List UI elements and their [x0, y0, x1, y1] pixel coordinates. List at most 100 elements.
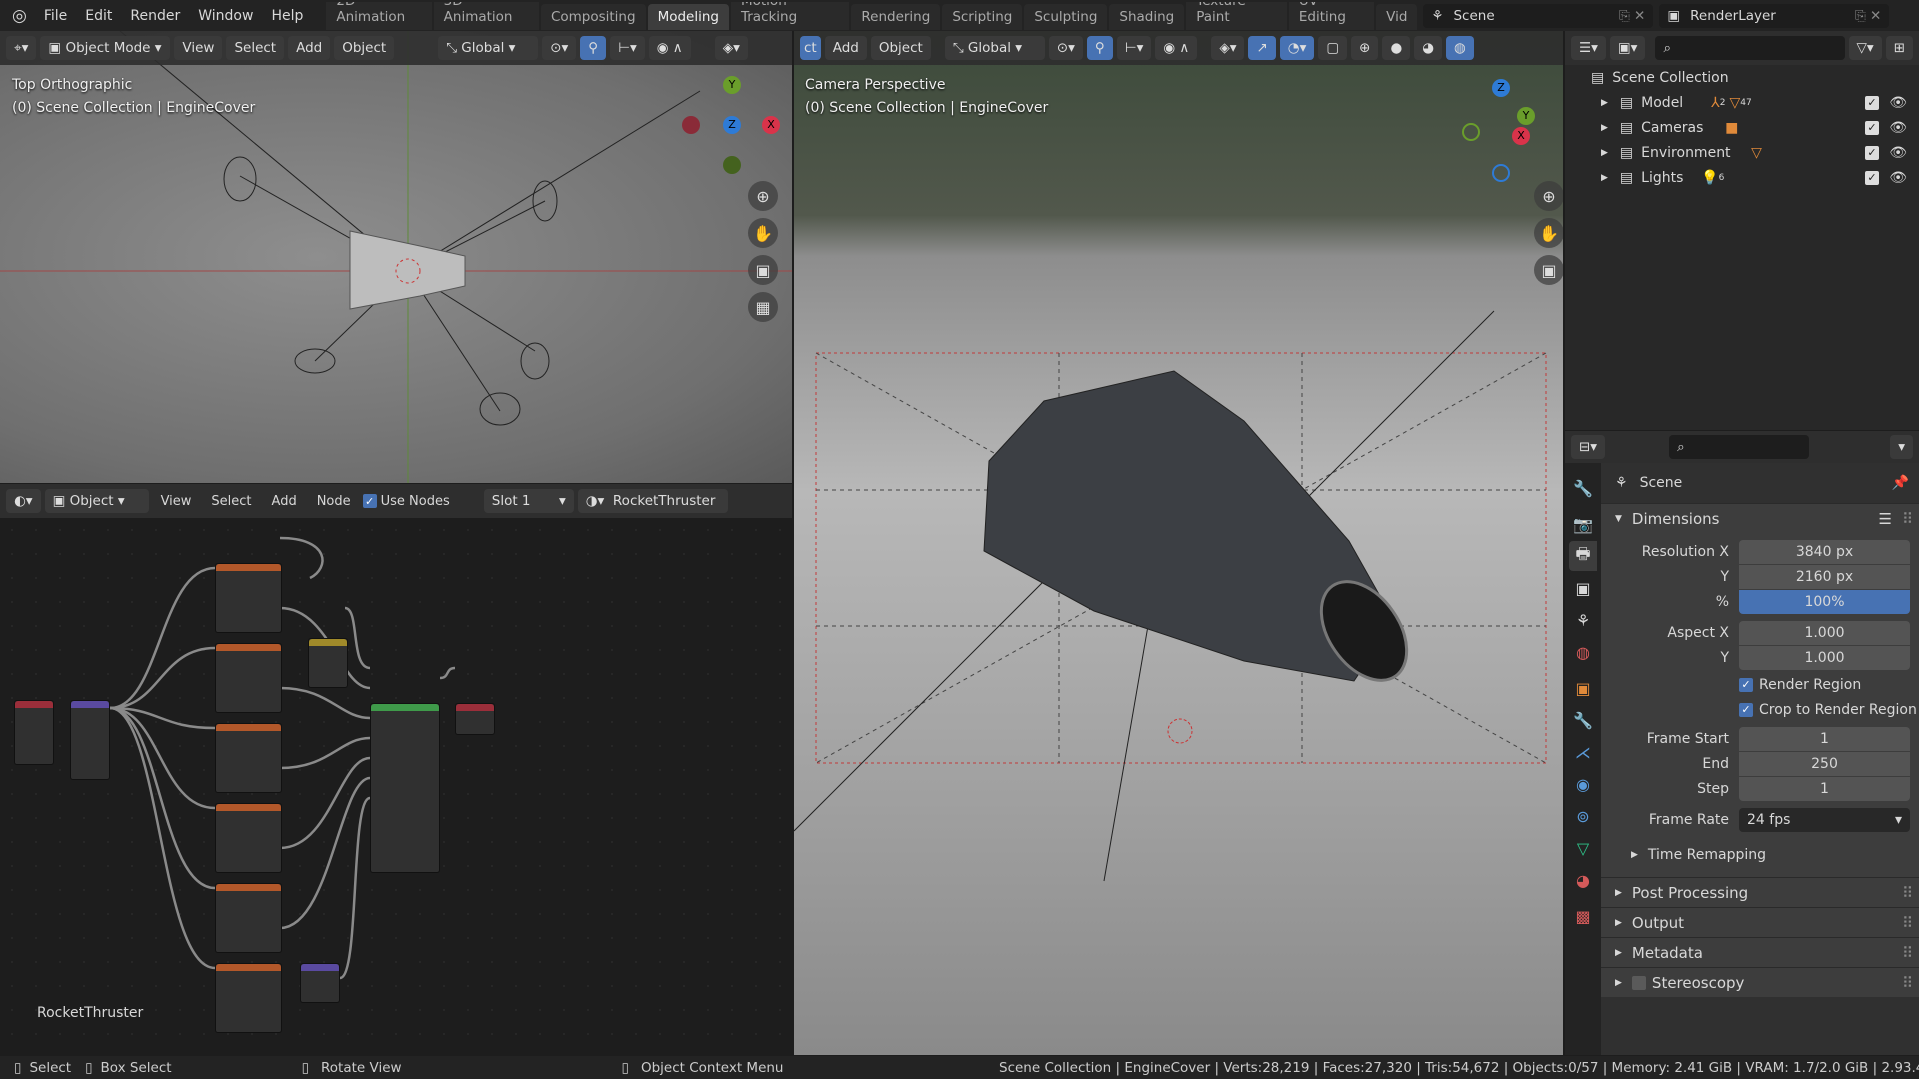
node-texture-coordinate[interactable]: [14, 700, 54, 765]
menu-window[interactable]: Window: [189, 8, 262, 24]
menu-view[interactable]: View: [174, 36, 223, 60]
exclude-checkbox[interactable]: ✓: [1865, 120, 1879, 135]
menu-node[interactable]: Node: [309, 494, 359, 509]
gizmo-neg-x[interactable]: [682, 116, 700, 134]
copy-icon[interactable]: ⎘ ✕: [1855, 8, 1881, 24]
stereoscopy-checkbox[interactable]: [1631, 975, 1646, 990]
exclude-checkbox[interactable]: ✓: [1865, 95, 1879, 110]
world-tab-icon[interactable]: ◍: [1569, 637, 1597, 667]
copy-icon[interactable]: ⎘ ✕: [1619, 8, 1645, 24]
node-image-texture[interactable]: [215, 803, 282, 873]
view-layer-selector[interactable]: ▣ RenderLayer ⎘ ✕: [1659, 3, 1890, 28]
pivot-icon[interactable]: ⊙▾: [1048, 36, 1083, 60]
frame-end-field[interactable]: 250: [1739, 751, 1910, 776]
filter-icon[interactable]: ▽▾: [1848, 36, 1882, 60]
drag-handle-icon[interactable]: ⠿: [1902, 974, 1913, 992]
navigation-gizmo[interactable]: Y Z X: [670, 76, 780, 186]
drag-handle-icon[interactable]: ⠿: [1902, 914, 1913, 932]
expand-arrow-icon[interactable]: ▶: [1601, 173, 1608, 183]
navigation-gizmo[interactable]: Z Y X: [1454, 79, 1544, 182]
visibility-icon[interactable]: ◈▾: [714, 36, 748, 60]
menu-add[interactable]: Add: [288, 36, 331, 60]
editor-type-icon[interactable]: ◐▾: [6, 489, 41, 513]
frame-step-field[interactable]: 1: [1739, 776, 1910, 801]
pin-icon[interactable]: 📌: [1892, 475, 1909, 491]
resolution-percent-slider[interactable]: 100%: [1739, 589, 1910, 614]
menu-view[interactable]: View: [153, 494, 200, 509]
tool-tab-icon[interactable]: 🔧: [1569, 473, 1597, 503]
node-normal-map[interactable]: [300, 963, 340, 1003]
editor-type-icon[interactable]: ⌖▾: [6, 36, 37, 60]
pivot-icon[interactable]: ⊙▾: [542, 36, 577, 60]
node-mode-dropdown[interactable]: ▣ Object ▾: [44, 489, 149, 513]
tab-motion-tracking[interactable]: Motion Tracking: [730, 1, 850, 30]
node-image-texture[interactable]: [215, 723, 282, 793]
tab-2d-animation[interactable]: 2D Animation: [326, 1, 432, 30]
crop-checkbox[interactable]: ✓: [1739, 702, 1753, 717]
shading-material-icon[interactable]: ◕: [1414, 36, 1442, 60]
mode-dropdown[interactable]: ▣ Object Mode ▾: [40, 36, 171, 60]
eye-icon[interactable]: 👁: [1889, 95, 1907, 111]
node-image-texture[interactable]: [215, 963, 282, 1033]
drag-handle-icon[interactable]: ⠿: [1902, 510, 1913, 528]
gizmo-x[interactable]: X: [1512, 127, 1530, 145]
outliner-item-environment[interactable]: ▶ ▤ Environment ▽ ✓ 👁: [1565, 140, 1919, 165]
render-region-option[interactable]: ✓ Render Region: [1601, 672, 1919, 697]
top-orthographic-viewport[interactable]: Top Orthographic (0) Scene Collection | …: [0, 31, 792, 483]
camera-icon[interactable]: ▣: [1534, 255, 1563, 285]
gizmo-toggle-icon[interactable]: ↗: [1248, 36, 1276, 60]
material-tab-icon[interactable]: ◕: [1569, 865, 1597, 895]
proportional-edit-icon[interactable]: ◉ ∧: [1155, 36, 1198, 60]
tab-compositing[interactable]: Compositing: [540, 3, 646, 30]
render-region-checkbox[interactable]: ✓: [1739, 677, 1753, 692]
grid-icon[interactable]: ▦: [748, 292, 778, 322]
menu-select[interactable]: Select: [203, 494, 259, 509]
tab-uv-editing[interactable]: UV Editing: [1288, 1, 1375, 30]
particles-tab-icon[interactable]: ⋌: [1569, 737, 1597, 767]
shading-wireframe-icon[interactable]: ⊕: [1351, 36, 1379, 60]
expand-arrow-icon[interactable]: ▶: [1601, 123, 1608, 133]
exclude-checkbox[interactable]: ✓: [1865, 145, 1879, 160]
drag-handle-icon[interactable]: ⠿: [1902, 884, 1913, 902]
physics-tab-icon[interactable]: ◉: [1569, 769, 1597, 799]
constraints-tab-icon[interactable]: ⊚: [1569, 801, 1597, 831]
expand-arrow-icon[interactable]: ▶: [1601, 148, 1608, 158]
menu-object[interactable]: Object: [334, 36, 395, 60]
pan-hand-icon[interactable]: ✋: [748, 218, 778, 248]
tab-video-editing[interactable]: Vid: [1376, 3, 1418, 30]
menu-file[interactable]: File: [35, 8, 76, 24]
frame-start-field[interactable]: 1: [1739, 726, 1910, 751]
node-editor-canvas[interactable]: RocketThruster: [0, 518, 792, 1055]
tab-texture-paint[interactable]: Texture Paint: [1186, 1, 1287, 30]
view-layer-tab-icon[interactable]: ▣: [1569, 573, 1597, 603]
render-tab-icon[interactable]: 📷: [1569, 509, 1597, 539]
filter-view-icon[interactable]: ▣▾: [1609, 36, 1646, 60]
outliner-item-model[interactable]: ▶ ▤ Model ⅄ 2 ▽ 47 ✓ 👁: [1565, 90, 1919, 115]
tab-sculpting[interactable]: Sculpting: [1024, 3, 1108, 30]
outliner-item-cameras[interactable]: ▶ ▤ Cameras ■ ✓ 👁: [1565, 115, 1919, 140]
resolution-x-field[interactable]: 3840 px: [1739, 539, 1910, 564]
node-color-ramp[interactable]: [308, 638, 348, 688]
output-panel[interactable]: ▶ Output ⠿: [1601, 907, 1919, 937]
menu-object-truncated[interactable]: ct: [800, 36, 821, 60]
metadata-panel[interactable]: ▶ Metadata ⠿: [1601, 937, 1919, 967]
time-remapping-subpanel[interactable]: ▶ Time Remapping: [1601, 842, 1919, 867]
dimensions-panel-header[interactable]: ▼ Dimensions ☰ ⠿: [1601, 503, 1919, 533]
tab-rendering[interactable]: Rendering: [851, 3, 941, 30]
slot-dropdown[interactable]: Slot 1 ▾: [483, 489, 574, 513]
shading-rendered-icon[interactable]: ◍: [1446, 36, 1474, 60]
node-principled-bsdf[interactable]: [370, 703, 440, 873]
presets-icon[interactable]: ☰: [1879, 510, 1892, 528]
editor-type-icon[interactable]: ⊟▾: [1571, 435, 1606, 459]
pan-hand-icon[interactable]: ✋: [1534, 218, 1563, 248]
tab-modeling[interactable]: Modeling: [647, 3, 729, 30]
post-processing-panel[interactable]: ▶ Post Processing ⠿: [1601, 877, 1919, 907]
shading-solid-icon[interactable]: ●: [1382, 36, 1411, 60]
menu-add[interactable]: Add: [824, 36, 867, 60]
orientation-dropdown[interactable]: ⤡ Global ▾: [944, 36, 1045, 60]
aspect-y-field[interactable]: 1.000: [1739, 645, 1910, 670]
camera-perspective-viewport[interactable]: Camera Perspective (0) Scene Collection …: [794, 31, 1563, 1055]
options-dropdown-icon[interactable]: ▾: [1890, 435, 1913, 459]
visibility-icon[interactable]: ◈▾: [1211, 36, 1245, 60]
eye-icon[interactable]: 👁: [1889, 170, 1907, 186]
